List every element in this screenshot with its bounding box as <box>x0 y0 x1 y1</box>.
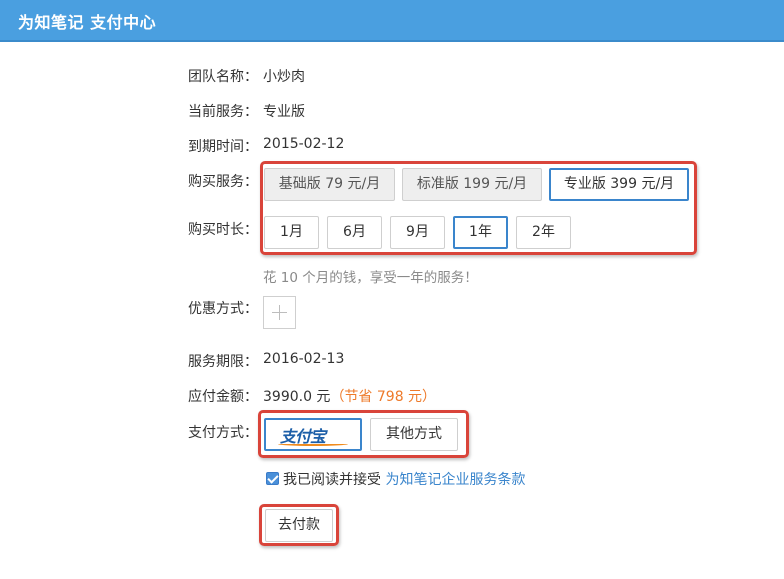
duration-hint: 花 10 个月的钱，享受一年的服务！ <box>263 270 478 286</box>
amount-value-row: 3990.0 元（节省 798 元） <box>263 386 436 406</box>
service-period-label: 服务期限： <box>188 354 258 370</box>
plan-basic-button[interactable]: 基础版 79 元/月 <box>264 168 395 201</box>
amount-label: 应付金额： <box>188 389 258 405</box>
payment-method-label: 支付方式： <box>188 425 258 441</box>
current-service-label: 当前服务： <box>188 104 258 120</box>
page-title: 为知笔记 支付中心 <box>18 13 157 32</box>
current-service-value: 专业版 <box>263 104 305 120</box>
duration-1-year-button[interactable]: 1年 <box>453 216 508 249</box>
agreement-row: 我已阅读并接受 为知笔记企业服务条款 <box>283 469 525 489</box>
duration-2-year-button[interactable]: 2年 <box>516 216 571 249</box>
team-name-value: 小炒肉 <box>263 69 305 85</box>
other-payment-button[interactable]: 其他方式 <box>370 418 458 451</box>
pay-button[interactable]: 去付款 <box>265 509 333 542</box>
plan-pro-button[interactable]: 专业版 399 元/月 <box>549 168 689 201</box>
expire-date-label: 到期时间： <box>188 139 258 155</box>
discount-label: 优惠方式： <box>188 301 258 317</box>
savings-text: （节省 798 元） <box>330 389 437 405</box>
expire-date-value: 2015-02-12 <box>263 136 345 152</box>
alipay-swoosh-icon <box>278 442 348 446</box>
duration-9-month-button[interactable]: 9月 <box>390 216 445 249</box>
purchase-service-label: 购买服务： <box>188 174 258 190</box>
alipay-button[interactable]: 支付宝 <box>264 418 362 451</box>
service-period-value: 2016-02-13 <box>263 351 345 367</box>
duration-label: 购买时长： <box>188 222 258 238</box>
add-discount-button[interactable] <box>263 296 296 329</box>
plan-standard-button[interactable]: 标准版 199 元/月 <box>402 168 542 201</box>
duration-6-month-button[interactable]: 6月 <box>327 216 382 249</box>
duration-1-month-button[interactable]: 1月 <box>264 216 319 249</box>
agreement-text: 我已阅读并接受 <box>283 472 381 488</box>
amount-value: 3990.0 元 <box>263 389 331 405</box>
team-name-label: 团队名称： <box>188 69 258 85</box>
agreement-checkbox[interactable] <box>266 472 279 485</box>
header-bar: 为知笔记 支付中心 <box>0 0 784 42</box>
terms-link[interactable]: 为知笔记企业服务条款 <box>385 472 525 488</box>
